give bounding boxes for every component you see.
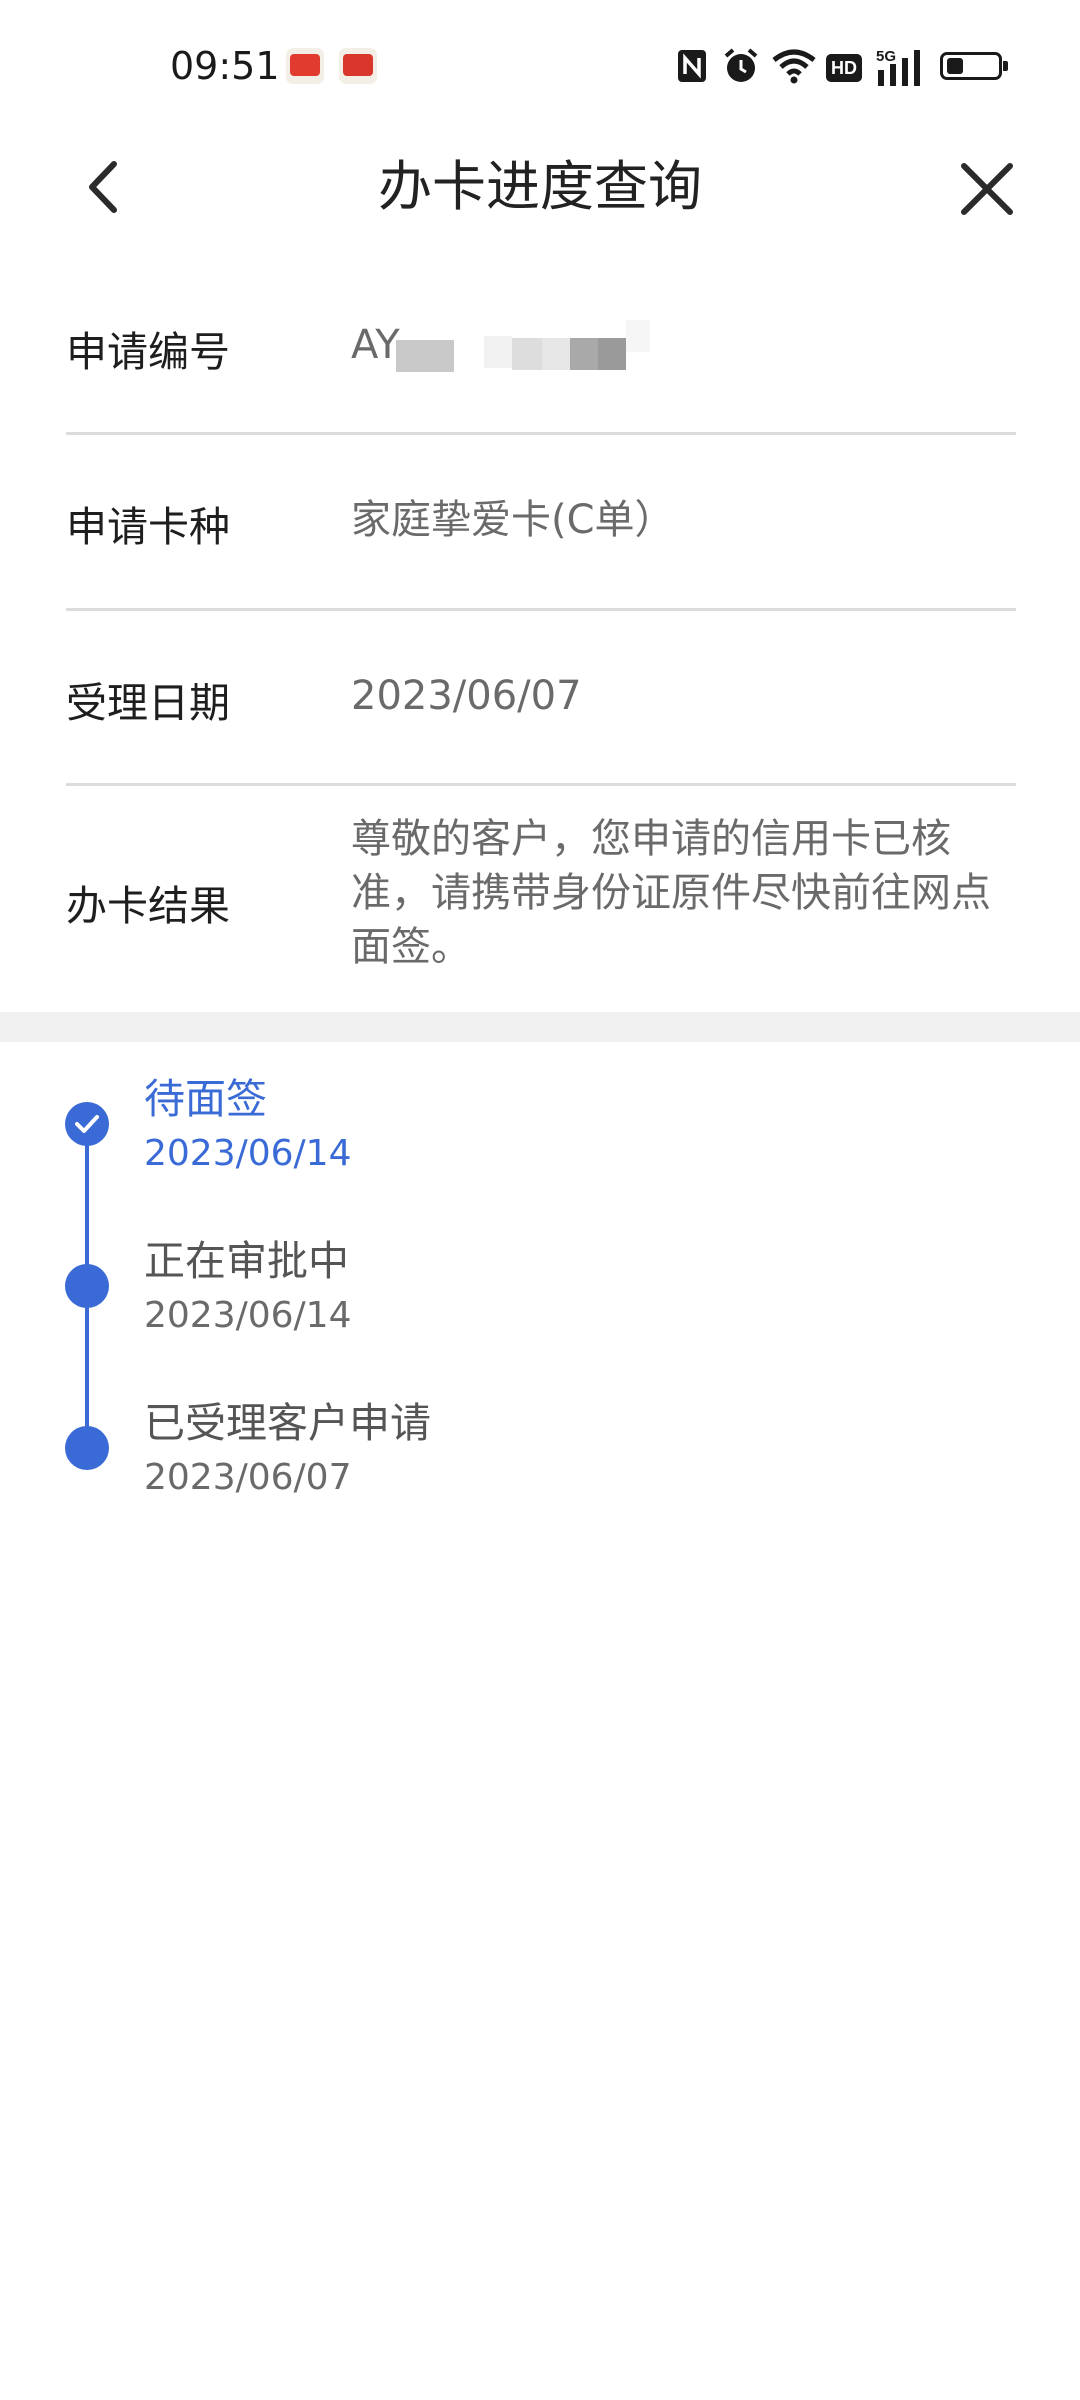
card-type-value: 家庭挚爱卡(C单）: [351, 497, 675, 543]
result-value: 尊敬的客户，您申请的信用卡已核准，请携带身份证原件尽快前往网点面签。: [351, 816, 991, 970]
info-row-card-type: 申请卡种 家庭挚爱卡(C单）: [66, 493, 1016, 563]
app-no-label: 申请编号: [66, 328, 230, 376]
redacted-block: [598, 338, 626, 370]
nav-bar: 办卡进度查询: [0, 130, 1080, 250]
date-value: 2023/06/07: [351, 673, 582, 719]
app-badge-icon: [286, 48, 324, 84]
timeline-item-date: 2023/06/14: [144, 1133, 352, 1174]
redacted-block: [512, 338, 542, 370]
divider: [66, 432, 1016, 435]
info-row-date: 受理日期 2023/06/07: [66, 669, 1016, 739]
hd-icon: HD: [826, 54, 862, 82]
section-separator: [0, 1012, 1080, 1042]
signal-5g-icon: 5G: [876, 48, 928, 88]
alarm-icon: [724, 48, 758, 82]
timeline-item-title: 待面签: [144, 1075, 267, 1123]
timeline-node-current: [65, 1102, 109, 1146]
wifi-icon: [772, 49, 816, 84]
redacted-block: [542, 338, 570, 370]
card-type-label: 申请卡种: [66, 503, 230, 551]
timeline-item-date: 2023/06/07: [144, 1457, 352, 1498]
status-time: 09:51: [170, 44, 280, 88]
app-badge-icon: [339, 48, 377, 84]
date-label: 受理日期: [66, 679, 230, 727]
redacted-block: [396, 340, 454, 372]
timeline-node: [65, 1426, 109, 1470]
timeline-node: [65, 1264, 109, 1308]
timeline-item-title: 已受理客户申请: [144, 1399, 431, 1447]
timeline-item-title: 正在审批中: [144, 1237, 349, 1285]
status-bar: 09:51 HD 5G: [0, 0, 1080, 130]
divider: [66, 783, 1016, 786]
redacted-block: [626, 320, 650, 352]
close-icon[interactable]: [950, 152, 1024, 226]
redacted-block: [570, 338, 598, 370]
redacted-block: [484, 336, 512, 368]
page-title: 办卡进度查询: [378, 155, 702, 218]
check-icon: [75, 1115, 99, 1133]
timeline-item-date: 2023/06/14: [144, 1295, 352, 1336]
info-row-result: 办卡结果 尊敬的客户，您申请的信用卡已核准，请携带身份证原件尽快前往网点面签。: [66, 812, 1016, 992]
result-label: 办卡结果: [66, 882, 230, 930]
nfc-icon: [678, 50, 706, 82]
battery-icon: [940, 52, 1008, 80]
divider: [66, 608, 1016, 611]
app-no-value: AY: [351, 322, 400, 368]
